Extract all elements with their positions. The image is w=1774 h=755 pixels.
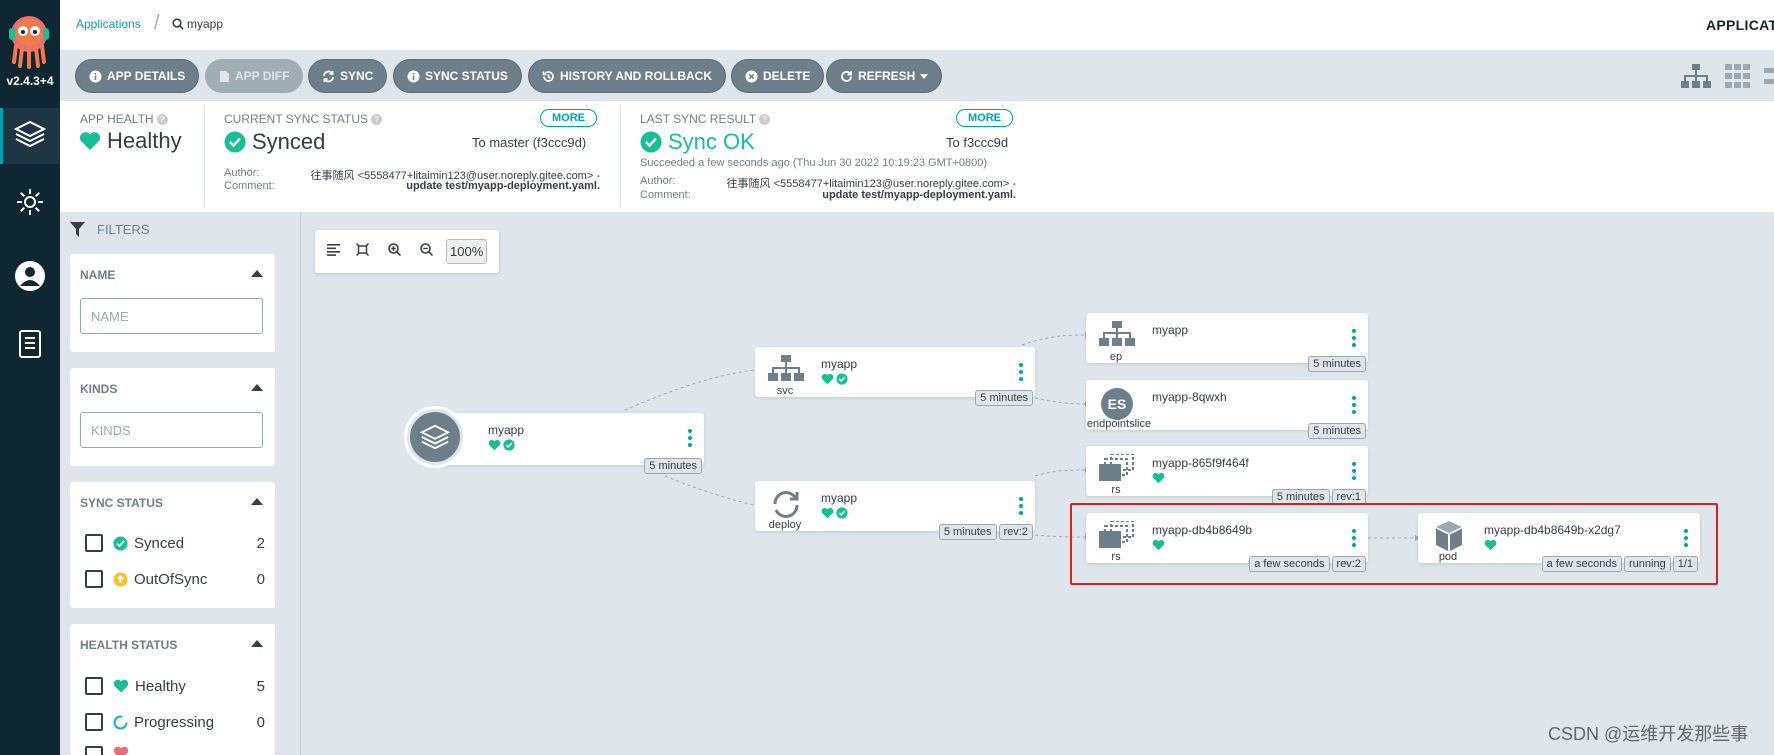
edge [1034,397,1086,405]
heart-icon [488,439,501,451]
endpointslice-icon: ES [1101,388,1133,420]
graph-node-deploy[interactable]: deploy myapp 5 minutes rev:2 [755,481,1035,540]
graph-node-rs-old[interactable]: rs myapp-865f9f464f 5 minutes rev:1 [1086,446,1368,505]
node-tag: 5 minutes [1308,356,1366,372]
node-tags: 5 minutes [1308,423,1366,439]
node-tags: 5 minutes [1308,356,1366,372]
node-status-icons [821,373,848,385]
node-kind: endpointslice [1086,418,1152,430]
node-tags: 5 minutes [644,458,702,474]
watermark: CSDN @运维开发那些事 [1548,724,1749,744]
node-name: myapp [1152,323,1189,337]
node-kind: rs [1111,484,1121,496]
node-tag: 5 minutes [938,524,997,540]
edge [664,475,756,506]
node-status-icons [821,507,848,519]
node-tags: 5 minutes [975,390,1033,406]
node-menu-icon[interactable] [688,429,692,450]
edge [1034,469,1086,477]
node-name: myapp [821,357,858,371]
node-menu-icon[interactable] [1019,497,1023,518]
edge [624,369,756,411]
node-tag: 5 minutes [1308,423,1366,439]
graph-node-ep[interactable]: ep myapp 5 minutes [1086,313,1368,372]
layers-icon [410,412,460,462]
check-circle-icon [836,373,848,385]
deployment-icon [773,491,799,518]
graph-node-application[interactable]: myapp 5 minutes [432,413,704,474]
node-menu-icon[interactable] [1352,396,1356,417]
replicaset-icon [1099,454,1134,481]
endpoint-icon [1099,321,1135,346]
node-kind: ep [1109,351,1123,363]
node-name: myapp [821,491,858,505]
highlight-box [1070,503,1718,585]
node-tag: 5 minutes [644,458,702,474]
edge [1021,334,1086,346]
service-icon [768,355,804,381]
node-menu-icon[interactable] [1019,363,1023,384]
node-name: myapp [488,423,525,437]
node-menu-icon[interactable] [1352,329,1356,350]
node-status-icons [1152,472,1165,484]
heart-icon [821,373,834,385]
node-tags: 5 minutes rev:2 [938,524,1033,540]
heart-icon [821,507,834,519]
node-tag: rev:2 [998,524,1033,540]
node-name: myapp-865f9f464f [1152,456,1249,470]
node-kind: deploy [768,519,802,531]
heart-icon [1152,472,1165,484]
check-circle-icon [503,439,515,451]
node-status-icons [488,439,515,451]
node-tag: 5 minutes [975,390,1033,406]
graph-node-endpointslice[interactable]: ES endpointslice myapp-8qwxh 5 minutes [1086,380,1368,439]
node-menu-icon[interactable] [1352,462,1356,483]
check-circle-icon [836,507,848,519]
graph-node-svc[interactable]: svc myapp 5 minutes [755,347,1035,406]
node-name: myapp-8qwxh [1152,390,1227,404]
node-kind: svc [776,385,794,397]
